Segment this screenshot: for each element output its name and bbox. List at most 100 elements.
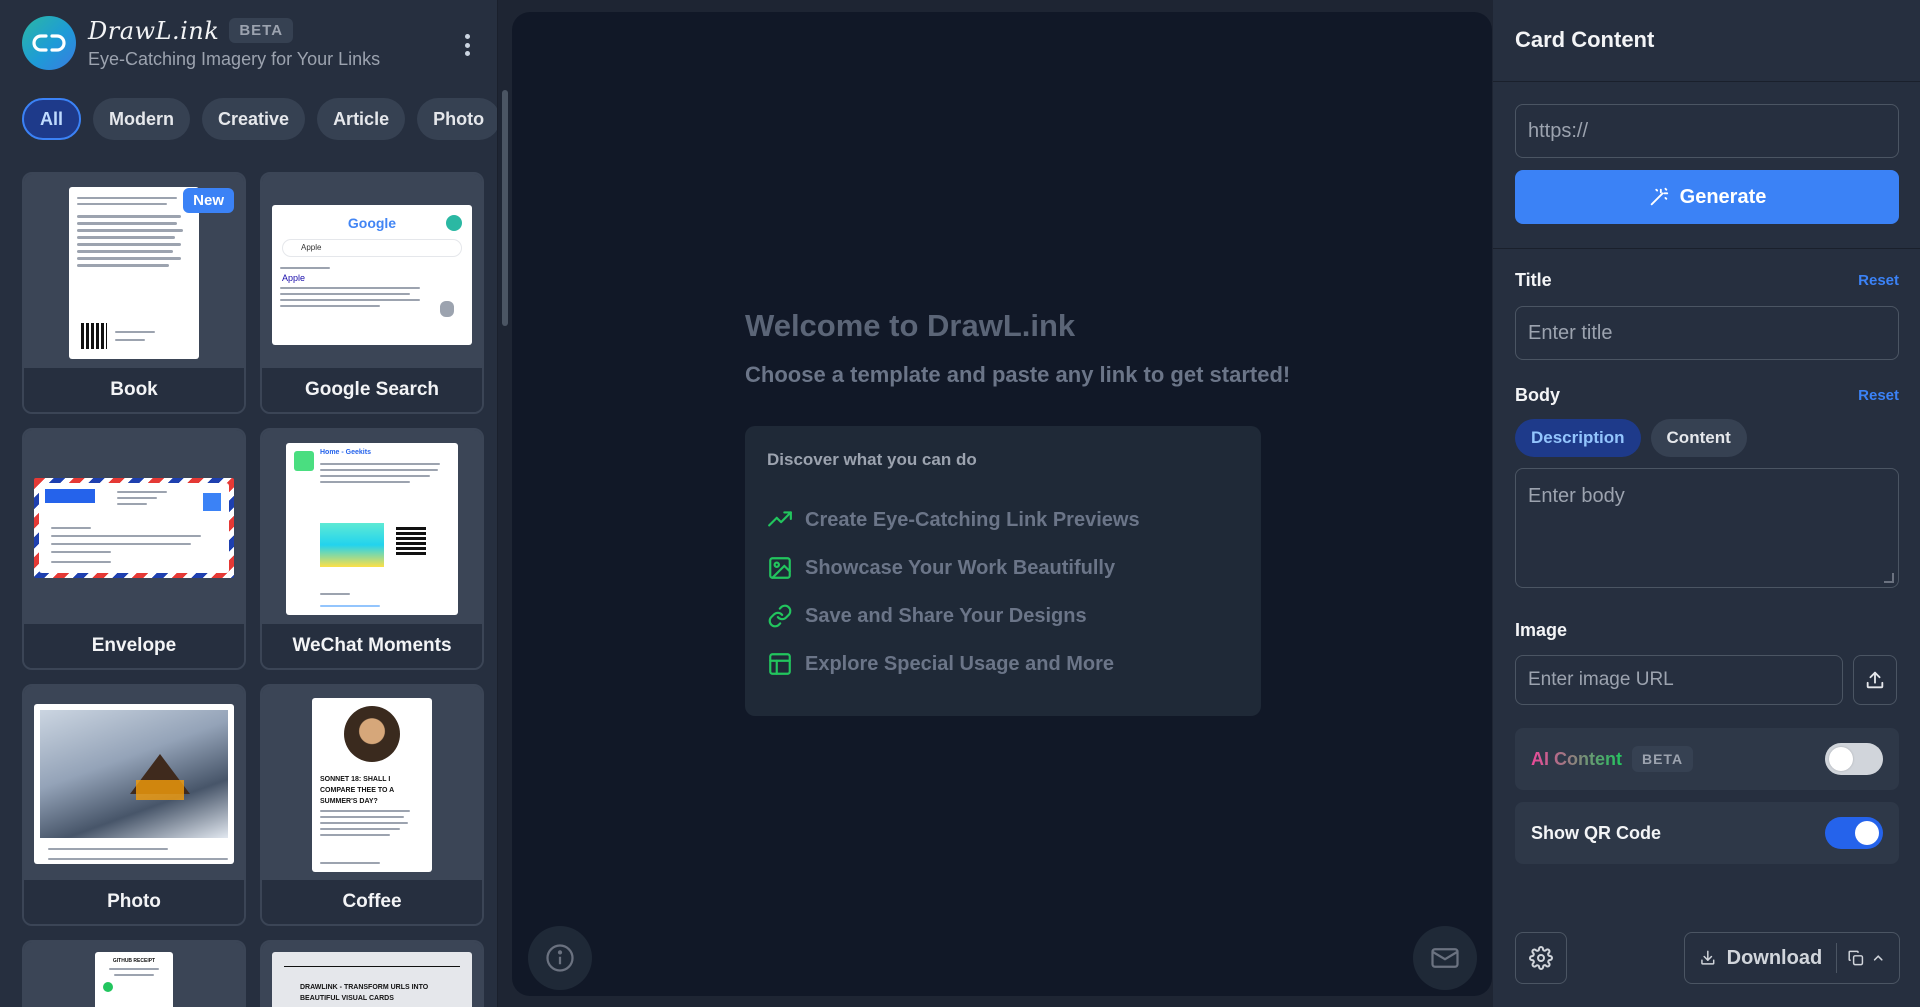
template-label: Coffee [262,880,482,924]
discover-panel: Discover what you can do Create Eye-Catc… [745,426,1261,716]
download-button[interactable]: Download [1684,932,1900,984]
wechat-thumbnail: Home - Geekits [262,430,482,626]
coffee-thumbnail: SONNET 18: SHALL I COMPARE THEE TO A SUM… [262,686,482,882]
filter-modern[interactable]: Modern [93,98,191,140]
brand: DrawL.ink BETA Eye-Catching Imagery for … [22,16,380,70]
template-card-google-search[interactable]: Google Apple Apple Google Search [260,172,484,414]
feature-item: Showcase Your Work Beautifully [767,544,1239,592]
feature-label: Showcase Your Work Beautifully [805,556,1116,579]
info-icon [546,944,574,972]
body-tabs: Description Content [1515,419,1898,457]
template-card-drawlink[interactable]: DRAWLINK - TRANSFORM URLS INTO BEAUTIFUL… [260,940,484,1007]
contact-button[interactable] [1413,926,1477,990]
photo-image [40,710,228,838]
google-search-thumbnail: Google Apple Apple [262,174,482,370]
feature-item: Create Eye-Catching Link Previews [767,496,1239,544]
template-card-receipt[interactable]: GITHUB RECEIPT [22,940,246,1007]
generate-label: Generate [1679,185,1767,208]
qr-code-row: Show QR Code [1515,802,1899,864]
google-result-title: Apple [282,273,306,283]
google-logo: Google [347,215,397,231]
new-badge: New [183,188,234,213]
title-label: Title [1515,270,1552,290]
brand-tagline: Eye-Catching Imagery for Your Links [88,48,381,69]
template-grid: New Book Google Apple Apple Google Searc… [22,172,486,1007]
qr-code-icon [396,525,426,555]
download-label: Download [1726,946,1823,969]
template-label: WeChat Moments [262,624,482,668]
more-menu-icon[interactable] [456,30,478,60]
generate-button[interactable]: Generate [1515,170,1899,224]
receipt-thumbnail: GITHUB RECEIPT [24,942,244,1007]
trending-up-icon [768,511,792,527]
template-label: Envelope [24,624,244,668]
filter-photo[interactable]: Photo [417,98,497,140]
filter-creative[interactable]: Creative [202,98,306,140]
beta-badge: BETA [229,18,294,43]
photo-thumbnail [24,686,244,882]
template-card-envelope[interactable]: Envelope [22,428,246,670]
wechat-post-title: Home - Geekits [320,449,371,456]
template-card-book[interactable]: New Book [22,172,246,414]
upload-icon [1866,671,1884,689]
ai-content-toggle[interactable] [1825,743,1883,775]
download-icon [1701,950,1715,965]
tab-description[interactable]: Description [1515,419,1641,457]
qr-code-label: Show QR Code [1531,822,1661,843]
copy-icon[interactable] [1847,947,1865,969]
preview-canvas: Welcome to DrawL.ink Choose a template a… [512,12,1492,996]
filter-chips: All Modern Creative Article Photo [22,98,497,140]
image-label: Image [1515,620,1568,640]
feature-label: Explore Special Usage and More [805,652,1114,675]
avatar [294,451,314,471]
filter-article[interactable]: Article [317,98,406,140]
template-label: Google Search [262,368,482,412]
template-sidebar: DrawL.ink BETA Eye-Catching Imagery for … [0,0,498,1007]
body-textarea[interactable]: Enter body [1515,468,1899,588]
resize-handle-icon[interactable] [1884,573,1894,583]
layout-icon [769,653,791,675]
feature-item: Explore Special Usage and More [767,640,1239,688]
ai-content-label: AI Content [1531,748,1622,769]
chevron-up-icon[interactable] [1871,949,1885,967]
discover-title: Discover what you can do [767,450,977,469]
ai-content-row: AI Content BETA [1515,728,1899,790]
template-label: Book [24,368,244,412]
sidebar-scrollbar[interactable] [502,90,508,326]
qr-code-toggle[interactable] [1825,817,1883,849]
drawlink-logo-icon [446,215,462,231]
body-label: Body [1515,385,1560,405]
welcome-heading: Welcome to DrawL.ink [745,308,1076,343]
apple-logo-icon [440,301,454,317]
template-card-wechat-moments[interactable]: Home - Geekits WeChat Moments [260,428,484,670]
magic-wand-icon [1650,187,1668,206]
url-input[interactable]: https:// [1515,104,1899,158]
title-input[interactable]: Enter title [1515,306,1899,360]
image-icon [769,557,791,579]
coffee-title: SONNET 18: SHALL I COMPARE THEE TO A SUM… [320,776,394,805]
settings-button[interactable] [1515,932,1567,984]
mail-icon [1431,948,1459,968]
body-reset-link[interactable]: Reset [1858,387,1899,404]
welcome-subtitle: Choose a template and paste any link to … [745,362,1291,387]
brand-name: DrawL.ink [88,16,220,45]
envelope-thumbnail [24,430,244,626]
feature-item: Save and Share Your Designs [767,592,1239,640]
qr-code-icon [81,323,107,349]
template-card-coffee[interactable]: SONNET 18: SHALL I COMPARE THEE TO A SUM… [260,684,484,926]
image-url-input[interactable]: Enter image URL [1515,655,1843,705]
template-label: Photo [24,880,244,924]
feature-label: Save and Share Your Designs [805,604,1087,627]
template-card-photo[interactable]: Photo [22,684,246,926]
body-placeholder: Enter body [1528,485,1625,507]
tab-content[interactable]: Content [1650,419,1747,457]
title-reset-link[interactable]: Reset [1858,272,1899,289]
filter-all[interactable]: All [22,98,82,140]
drawlink-card-thumbnail: DRAWLINK - TRANSFORM URLS INTO BEAUTIFUL… [262,942,482,1007]
portrait-image [344,706,400,762]
info-button[interactable] [528,926,592,990]
drawlink-logo-icon [22,16,76,70]
book-thumbnail: New [24,174,244,370]
link-icon [768,604,792,628]
upload-image-button[interactable] [1853,655,1897,705]
